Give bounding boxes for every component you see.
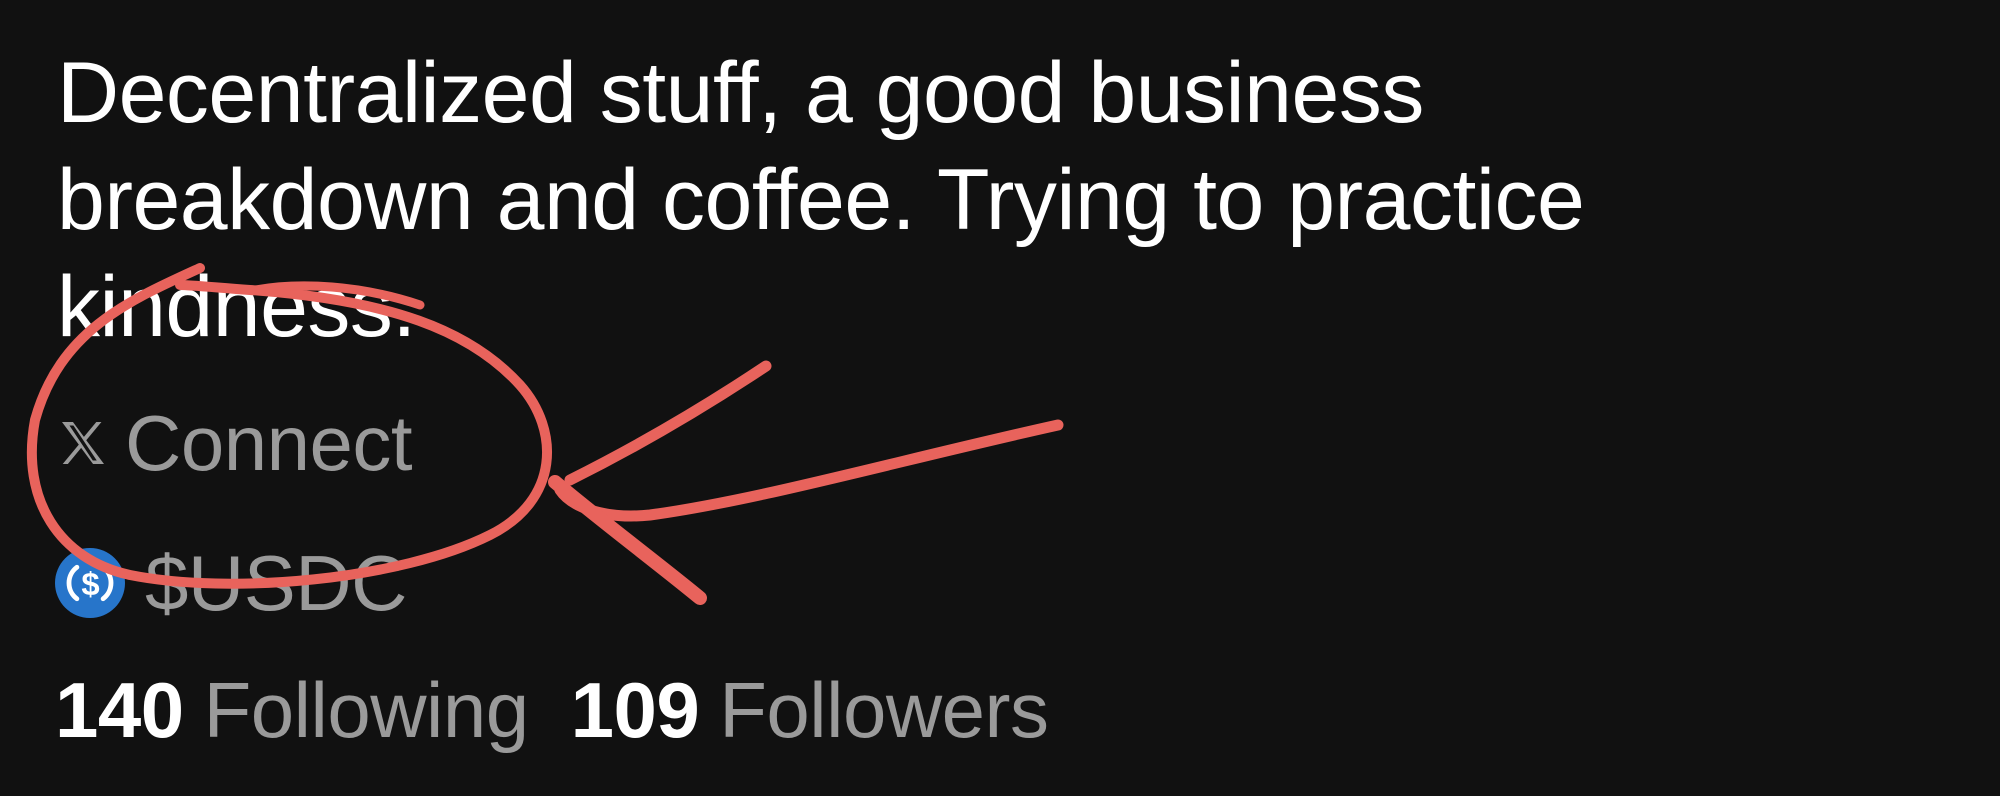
followers-stat[interactable]: 109 Followers <box>571 665 1049 756</box>
annotation-arrow-head-lower <box>548 475 707 605</box>
x-connect-link[interactable]: Connect <box>55 398 413 488</box>
followers-label: Followers <box>719 665 1049 754</box>
svg-text:$: $ <box>81 565 99 602</box>
annotation-arrow-head-upper <box>564 360 772 486</box>
profile-bio: Decentralized stuff, a good business bre… <box>57 45 1585 355</box>
x-logo-icon <box>62 422 104 464</box>
usdc-coin-icon: $ <box>55 548 125 618</box>
following-count: 140 <box>55 665 184 754</box>
followers-count: 109 <box>570 665 700 754</box>
following-label: Following <box>203 665 529 754</box>
follow-stats: 140 Following 109 Followers <box>55 660 1049 760</box>
token-link[interactable]: $ $USDC <box>55 538 407 628</box>
connect-label: Connect <box>125 398 413 487</box>
profile-screen: Decentralized stuff, a good business bre… <box>0 0 2000 796</box>
token-label: $USDC <box>145 538 407 627</box>
following-stat[interactable]: 140 Following <box>55 665 529 756</box>
annotation-arrow-shaft <box>554 419 1064 522</box>
